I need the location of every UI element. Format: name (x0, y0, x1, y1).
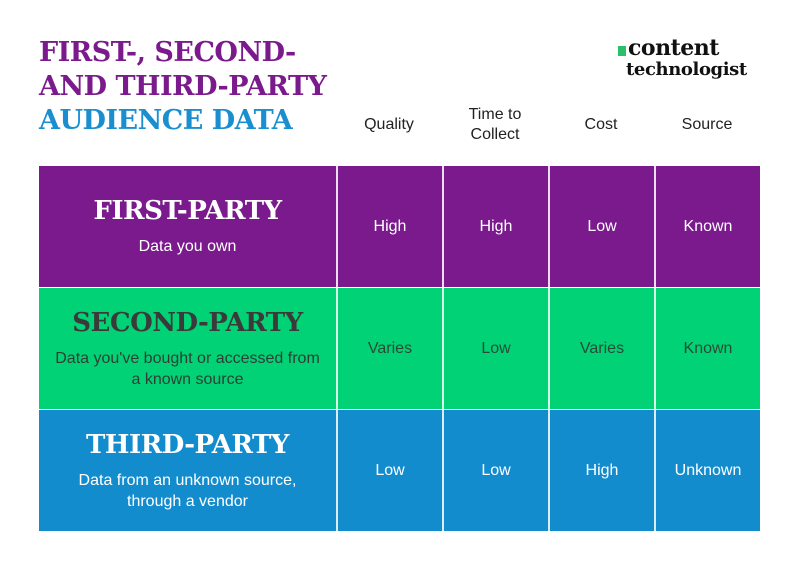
row-description: Data you've bought or accessed from a kn… (55, 349, 320, 388)
cell-quality: Varies (336, 288, 442, 409)
brand-logo: content technologist (618, 35, 747, 80)
cell-time-to-collect: Low (442, 288, 548, 409)
title-line-1: FIRST-, SECOND- (39, 37, 296, 68)
cell-source: Known (654, 166, 760, 287)
column-header-quality: Quality (364, 116, 414, 133)
table-row-second-party: SECOND-PARTY Data you've bought or acces… (39, 288, 760, 409)
row-label: FIRST-PARTY Data you own (39, 166, 336, 287)
cell-cost: Varies (548, 288, 654, 409)
row-name: SECOND-PARTY (72, 307, 303, 338)
row-label: THIRD-PARTY Data from an unknown source,… (39, 410, 336, 531)
comparison-table: FIRST-PARTY Data you own High High Low K… (39, 166, 760, 531)
cell-time-to-collect: High (442, 166, 548, 287)
logo-word-technologist: technologist (626, 59, 747, 80)
cell-cost: Low (548, 166, 654, 287)
table-row-third-party: THIRD-PARTY Data from an unknown source,… (39, 410, 760, 531)
logo-word-content: content (628, 35, 719, 61)
title-line-2: AND THIRD-PARTY (39, 71, 327, 102)
logo-tag-icon (618, 45, 626, 56)
cell-source: Known (654, 288, 760, 409)
column-header-source: Source (681, 116, 733, 133)
cell-time-to-collect: Low (442, 410, 548, 531)
row-description: Data you own (138, 238, 237, 255)
title-line-3: AUDIENCE DATA (39, 105, 293, 136)
cell-cost: High (548, 410, 654, 531)
row-label: SECOND-PARTY Data you've bought or acces… (39, 288, 336, 409)
cell-quality: High (336, 166, 442, 287)
cell-quality: Low (336, 410, 442, 531)
column-header-cost: Cost (584, 116, 618, 133)
table-row-first-party: FIRST-PARTY Data you own High High Low K… (39, 166, 760, 287)
row-name: THIRD-PARTY (86, 429, 289, 460)
cell-source: Unknown (654, 410, 760, 531)
column-header-time-to-collect: Time to Collect (468, 106, 522, 143)
infographic-title: FIRST-, SECOND- AND THIRD-PARTY AUDIENCE… (39, 36, 327, 138)
row-description: Data from an unknown source, through a v… (78, 471, 297, 510)
row-name: FIRST-PARTY (93, 196, 282, 226)
